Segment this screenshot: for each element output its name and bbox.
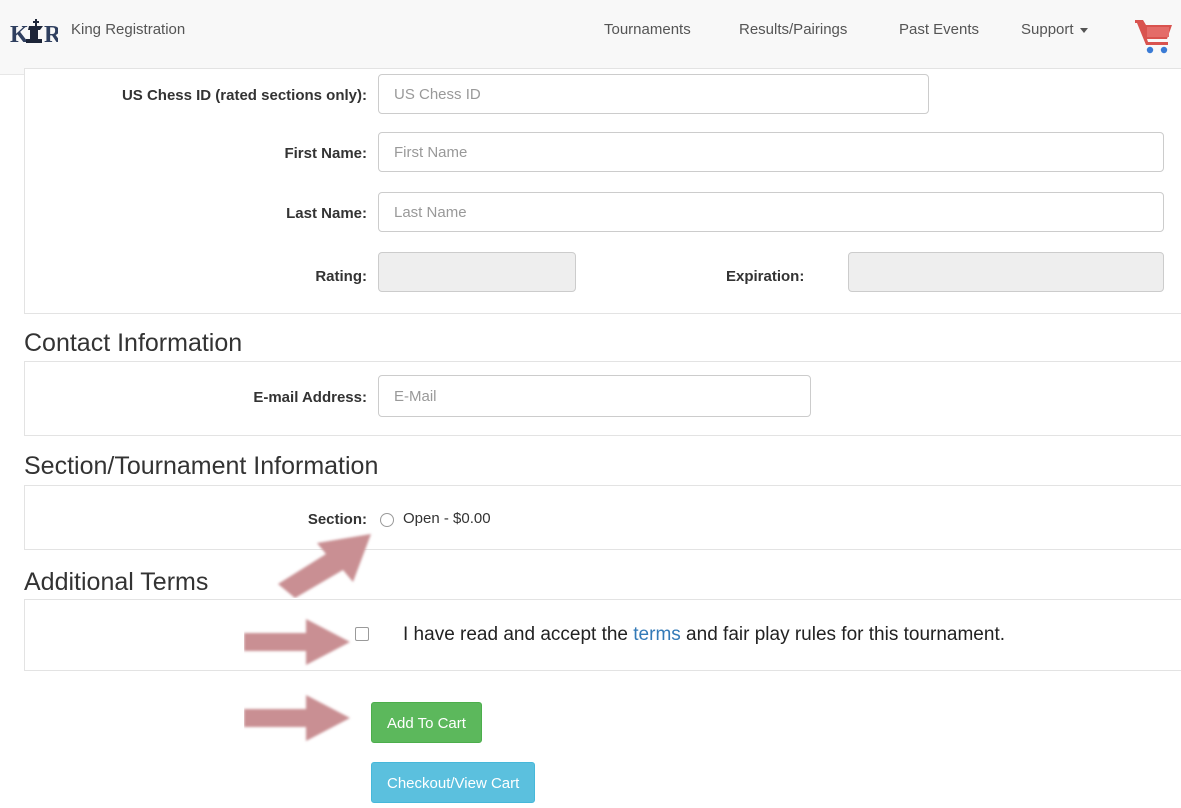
contact-info-heading: Contact Information: [24, 329, 243, 357]
nav-tournaments[interactable]: Tournaments: [604, 21, 691, 38]
accept-terms-checkbox[interactable]: [355, 627, 369, 641]
last-name-input[interactable]: [378, 192, 1164, 232]
rating-label: Rating:: [315, 268, 367, 285]
uscf-id-label: US Chess ID (rated sections only):: [121, 87, 367, 104]
nav-results-pairings[interactable]: Results/Pairings: [739, 21, 847, 38]
rating-field: [378, 252, 576, 292]
top-navbar: K R King Registration Tournaments Result…: [0, 0, 1181, 75]
email-label: E-mail Address:: [253, 389, 367, 406]
section-open-radio[interactable]: [380, 513, 394, 527]
brand-name[interactable]: King Registration: [71, 21, 185, 38]
section-info-heading: Section/Tournament Information: [24, 452, 379, 480]
accept-terms-prefix: I have read and accept the: [403, 624, 634, 645]
expiration-label: Expiration:: [726, 268, 805, 285]
last-name-label: Last Name:: [286, 205, 367, 222]
email-input[interactable]: [378, 375, 811, 417]
nav-past-events[interactable]: Past Events: [899, 21, 979, 38]
king-registration-logo-icon[interactable]: K R: [10, 18, 58, 46]
first-name-label: First Name:: [284, 145, 367, 162]
chevron-down-icon: [1079, 27, 1088, 33]
accept-terms-text: I have read and accept the terms and fai…: [403, 624, 1005, 646]
section-label: Section:: [307, 511, 367, 528]
checkout-view-cart-button[interactable]: Checkout/View Cart: [371, 762, 536, 803]
shopping-cart-icon[interactable]: [1133, 14, 1175, 56]
player-info-panel: US Chess ID (rated sections only): First…: [24, 68, 1181, 314]
first-name-input[interactable]: [378, 132, 1164, 172]
arrow-pointer-icon: [244, 695, 350, 741]
section-info-panel: Section: Open - $0.00: [24, 485, 1181, 550]
uscf-id-input[interactable]: [378, 74, 929, 114]
expiration-field: [848, 252, 1164, 292]
nav-support-label: Support: [1021, 21, 1074, 38]
accept-terms-suffix: and fair play rules for this tournament.: [680, 624, 1005, 645]
additional-terms-heading: Additional Terms: [24, 568, 209, 596]
terms-panel: I have read and accept the terms and fai…: [24, 599, 1181, 671]
nav-support-dropdown[interactable]: Support: [1021, 21, 1088, 38]
add-to-cart-button[interactable]: Add To Cart: [371, 702, 482, 743]
svg-text:R: R: [44, 22, 58, 46]
terms-link[interactable]: terms: [633, 624, 681, 645]
section-open-option-label[interactable]: Open - $0.00: [403, 510, 491, 527]
contact-info-panel: E-mail Address:: [24, 361, 1181, 436]
